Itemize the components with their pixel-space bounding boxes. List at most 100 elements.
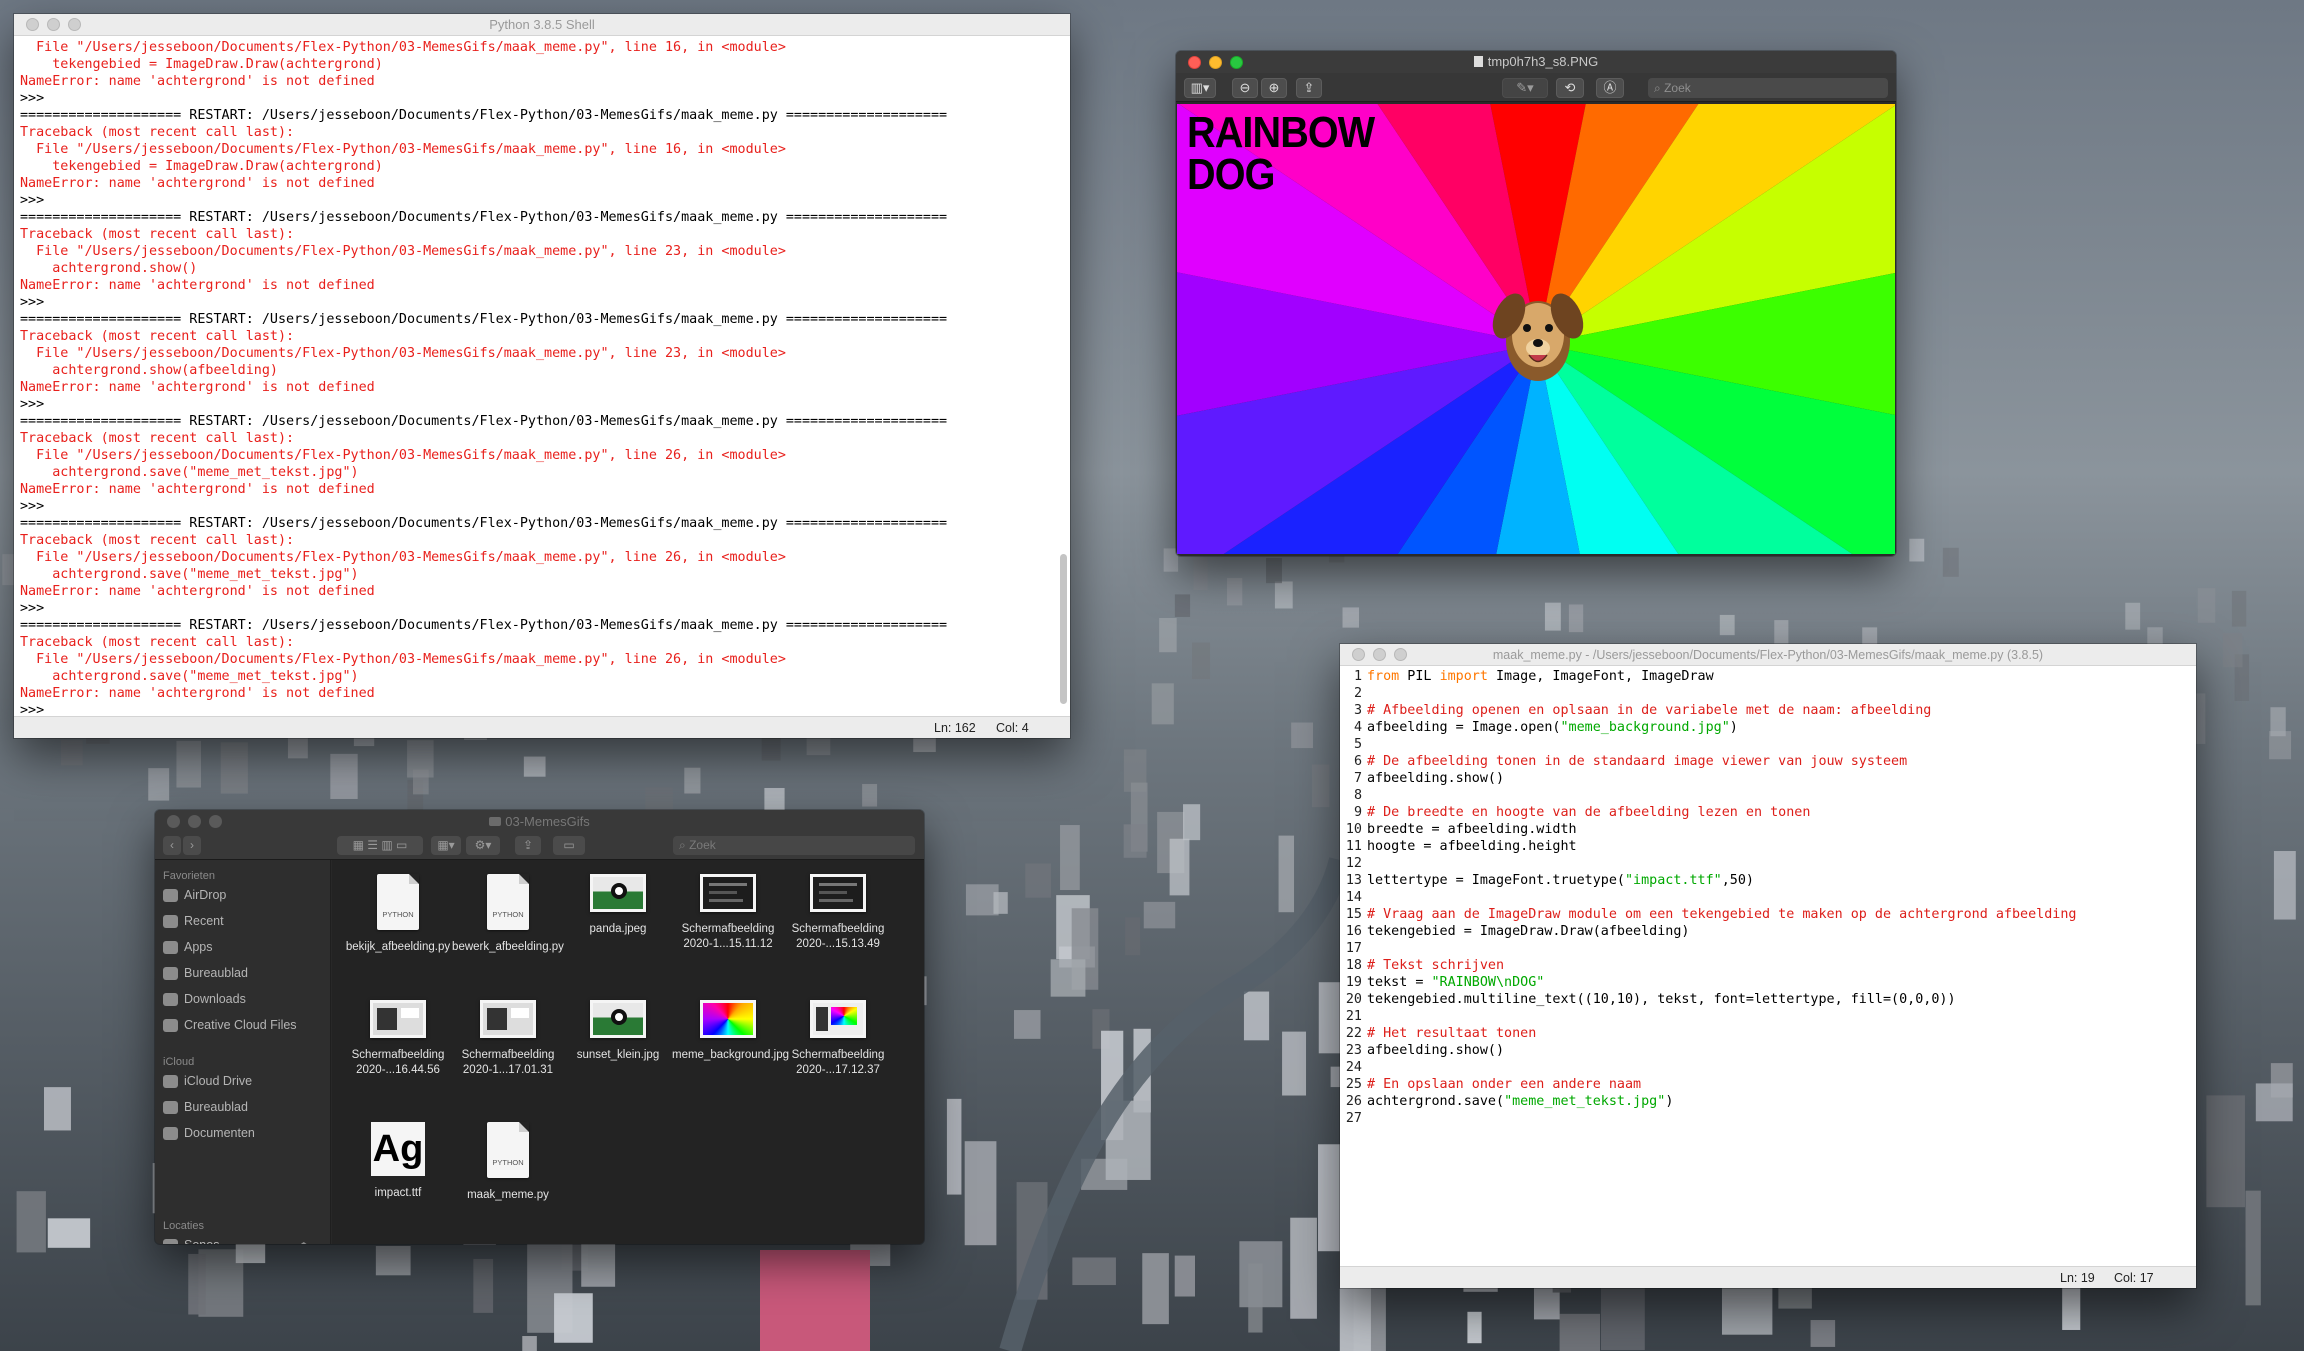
code-text[interactable]: from PIL import Image, ImageFont, ImageD… <box>1367 668 2076 1127</box>
file-item[interactable]: Schermafbeelding 2020-...15.13.49 <box>782 874 894 952</box>
shell-line: File "/Users/jesseboon/Documents/Flex-Py… <box>20 142 786 157</box>
sidebar-item[interactable]: Recent <box>163 914 224 928</box>
screenshot-thumbnail-icon <box>810 1000 866 1038</box>
shell-titlebar[interactable]: Python 3.8.5 Shell <box>14 14 1070 36</box>
code-editor[interactable]: 1 2 3 4 5 6 7 8 9 10 11 12 13 14 15 16 17 18 19 20 21 22 23 24 2… <box>1340 666 2196 1266</box>
shell-line: >>> <box>20 193 53 208</box>
file-item[interactable]: meme_background.jpg <box>672 1000 789 1063</box>
forward-icon[interactable]: › <box>183 836 201 855</box>
shell-line: achtergrond.save("meme_met_tekst.jpg") <box>20 465 359 480</box>
share-icon[interactable]: ⇪ <box>515 836 541 855</box>
shell-line: ==================== RESTART: /Users/jes… <box>20 210 948 225</box>
file-item[interactable]: sunset_klein.jpg <box>562 1000 674 1063</box>
shell-line: >>> <box>20 295 53 310</box>
sidebar-item-label: Creative Cloud Files <box>184 1018 297 1032</box>
finder-window[interactable]: 03-MemesGifs ‹ › ▦ ☰ ▥ ▭ ▦▾ ⚙▾ ⇪ ▭ ⌕ Zoe… <box>155 810 924 1244</box>
line-number-label: 19 <box>1345 975 1362 990</box>
sidebar-item[interactable]: Documenten <box>163 1126 255 1140</box>
image-thumbnail-icon <box>700 1000 756 1038</box>
tag-icon[interactable]: ▭ <box>553 836 585 855</box>
python-shell-window[interactable]: Python 3.8.5 Shell File "/Users/jesseboo… <box>14 14 1070 738</box>
line-number: Ln: 19 <box>2060 1271 2095 1285</box>
sidebar-item[interactable]: AirDrop <box>163 888 226 902</box>
code-token: from <box>1367 669 1400 684</box>
shell-output[interactable]: File "/Users/jesseboon/Documents/Flex-Py… <box>14 36 1070 716</box>
shell-title: Python 3.8.5 Shell <box>489 17 595 32</box>
line-number-label: 5 <box>1353 737 1362 752</box>
file-item[interactable]: Schermafbeelding 2020-...16.44.56 <box>342 1000 454 1078</box>
sidebar-item-label: Bureaublad <box>184 966 248 980</box>
shell-line: NameError: name 'achtergrond' is not def… <box>20 482 375 497</box>
download-icon <box>163 992 178 1006</box>
zoom-button[interactable] <box>1394 648 1407 661</box>
finder-titlebar[interactable]: 03-MemesGifs ‹ › ▦ ☰ ▥ ▭ ▦▾ ⚙▾ ⇪ ▭ ⌕ Zoe… <box>155 810 924 860</box>
file-item[interactable]: Schermafbeelding 2020-...17.12.37 <box>782 1000 894 1078</box>
close-button[interactable] <box>1352 648 1365 661</box>
view-mode-icon[interactable]: ▦ ☰ ▥ ▭ <box>337 836 423 855</box>
line-number-label: 24 <box>1345 1060 1362 1075</box>
markup-icon[interactable]: Ⓐ <box>1596 78 1624 98</box>
preview-search-input[interactable]: ⌕ Zoek <box>1648 78 1888 98</box>
shell-scrollbar[interactable] <box>1060 554 1067 704</box>
sidebar-item[interactable]: Creative Cloud Files <box>163 1018 297 1032</box>
action-gear-icon[interactable]: ⚙▾ <box>466 836 500 855</box>
sidebar-item[interactable]: iCloud Drive <box>163 1074 252 1088</box>
line-number-label: 22 <box>1345 1026 1362 1041</box>
eject-icon[interactable]: ⏏ <box>299 1240 308 1245</box>
file-item[interactable]: Ag impact.ttf <box>342 1122 454 1201</box>
meme-image: RAINBOW DOG <box>1177 104 1895 554</box>
markup-pen-icon[interactable]: ✎▾ <box>1502 78 1548 98</box>
code-line: from PIL import Image, ImageFont, ImageD… <box>1367 668 2076 685</box>
code-token: # Tekst schrijven <box>1367 958 1505 973</box>
cloud-icon <box>163 1074 178 1088</box>
shell-line: achtergrond.show() <box>20 261 198 276</box>
sidebar-item[interactable]: Downloads <box>163 992 246 1006</box>
file-item[interactable]: Schermafbeelding 2020-1...17.01.31 <box>452 1000 564 1078</box>
screenshot-thumbnail-icon <box>700 874 756 912</box>
sidebar-item[interactable]: Bureaublad <box>163 966 248 980</box>
editor-titlebar[interactable]: maak_meme.py - /Users/jesseboon/Document… <box>1340 644 2196 666</box>
zoom-button[interactable] <box>1230 55 1243 69</box>
close-button[interactable] <box>1188 55 1201 69</box>
line-number-label: 4 <box>1353 720 1362 735</box>
apps-icon <box>163 940 178 954</box>
sidebar-item-label: Sonos <box>184 1238 219 1244</box>
document-icon <box>163 1126 178 1140</box>
sidebar-toggle-icon[interactable]: ▥▾ <box>1184 78 1216 98</box>
file-item[interactable]: Schermafbeelding 2020-1...15.11.12 <box>672 874 784 952</box>
sidebar-header-locations: Locaties <box>163 1220 204 1232</box>
shell-line: ==================== RESTART: /Users/jes… <box>20 618 948 633</box>
zoom-button[interactable] <box>68 18 81 31</box>
code-line: afbeelding.show() <box>1367 1042 2076 1059</box>
file-item[interactable]: PYTHON bekijk_afbeelding.py <box>342 874 454 955</box>
file-item[interactable]: PYTHON bewerk_afbeelding.py <box>452 874 564 955</box>
sidebar-item[interactable]: Bureaublad <box>163 1100 248 1114</box>
back-icon[interactable]: ‹ <box>163 836 181 855</box>
desktop-icon <box>163 966 178 980</box>
finder-search-input[interactable]: ⌕ Zoek <box>673 836 915 855</box>
sidebar-item[interactable]: Apps <box>163 940 213 954</box>
idle-editor-window[interactable]: maak_meme.py - /Users/jesseboon/Document… <box>1340 644 2196 1288</box>
rotate-icon[interactable]: ⟲ <box>1556 78 1584 98</box>
sidebar-item[interactable]: Sonos ⏏ <box>163 1238 308 1244</box>
minimize-button[interactable] <box>1373 648 1386 661</box>
meme-caption: RAINBOW DOG <box>1187 108 1375 199</box>
file-item[interactable]: PYTHON maak_meme.py <box>452 1122 564 1203</box>
zoom-in-icon[interactable]: ⊕ <box>1261 78 1287 98</box>
group-icon[interactable]: ▦▾ <box>431 836 461 855</box>
code-line: # De afbeelding tonen in de standaard im… <box>1367 753 2076 770</box>
zoom-out-icon[interactable]: ⊖ <box>1232 78 1258 98</box>
minimize-button[interactable] <box>47 18 60 31</box>
shell-line: >>> <box>20 601 53 616</box>
code-token: PIL <box>1399 669 1440 684</box>
share-icon[interactable]: ⇪ <box>1296 78 1322 98</box>
preview-window[interactable]: tmp0h7h3_s8.PNG ▥▾ ⊖ ⊕ ⇪ ✎▾ ⟲ Ⓐ ⌕ Zoek R… <box>1176 51 1896 556</box>
minimize-button[interactable] <box>1209 55 1222 69</box>
shell-line: >>> <box>20 499 53 514</box>
preview-titlebar[interactable]: tmp0h7h3_s8.PNG <box>1176 51 1896 73</box>
file-item[interactable]: panda.jpeg <box>562 874 674 937</box>
close-button[interactable] <box>26 18 39 31</box>
